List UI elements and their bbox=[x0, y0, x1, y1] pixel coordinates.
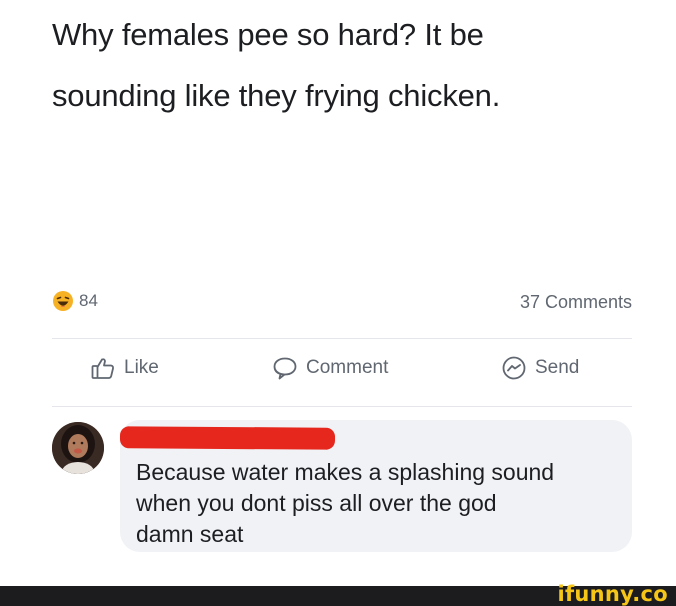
post-text: Why females pee so hard? It be sounding … bbox=[52, 4, 652, 126]
post-actions-row: Like Comment Send bbox=[52, 355, 632, 395]
send-button[interactable]: Send bbox=[501, 355, 579, 381]
comment-text-line: when you dont piss all over the god bbox=[136, 490, 497, 516]
reaction-summary[interactable]: 84 bbox=[52, 290, 98, 312]
post-text-line: Why females pee so hard? It be bbox=[52, 17, 484, 52]
reaction-count: 84 bbox=[79, 291, 98, 310]
speech-bubble-icon bbox=[273, 357, 297, 380]
post-card: Why females pee so hard? It be sounding … bbox=[0, 0, 676, 606]
like-label: Like bbox=[124, 357, 159, 378]
divider bbox=[52, 338, 632, 339]
user-avatar-icon bbox=[52, 422, 104, 474]
comment-label: Comment bbox=[306, 357, 389, 378]
send-label: Send bbox=[535, 357, 580, 378]
comment: Because water makes a splashing sound wh… bbox=[52, 420, 632, 555]
comments-count-link[interactable]: 37 Comments bbox=[520, 292, 632, 313]
comment-text: Because water makes a splashing sound wh… bbox=[136, 457, 616, 550]
post-text-line: sounding like they frying chicken. bbox=[52, 78, 501, 113]
divider bbox=[52, 406, 632, 407]
messenger-icon bbox=[502, 356, 526, 380]
thumbs-up-icon bbox=[91, 358, 114, 379]
comment-bubble: Because water makes a splashing sound wh… bbox=[119, 420, 632, 552]
watermark-bar: ifunny.co bbox=[0, 582, 676, 606]
comment-text-line: damn seat bbox=[136, 521, 244, 547]
post-stats-row: 84 37 Comments bbox=[52, 290, 632, 320]
like-button[interactable]: Like bbox=[90, 355, 159, 381]
commenter-avatar[interactable] bbox=[52, 422, 104, 474]
haha-laughing-emoji-icon bbox=[53, 291, 73, 311]
ifunny-watermark: ifunny.co bbox=[557, 582, 668, 606]
comment-text-line: Because water makes a splashing sound bbox=[136, 459, 555, 485]
redaction-bar bbox=[119, 426, 336, 450]
comment-button[interactable]: Comment bbox=[272, 355, 388, 381]
